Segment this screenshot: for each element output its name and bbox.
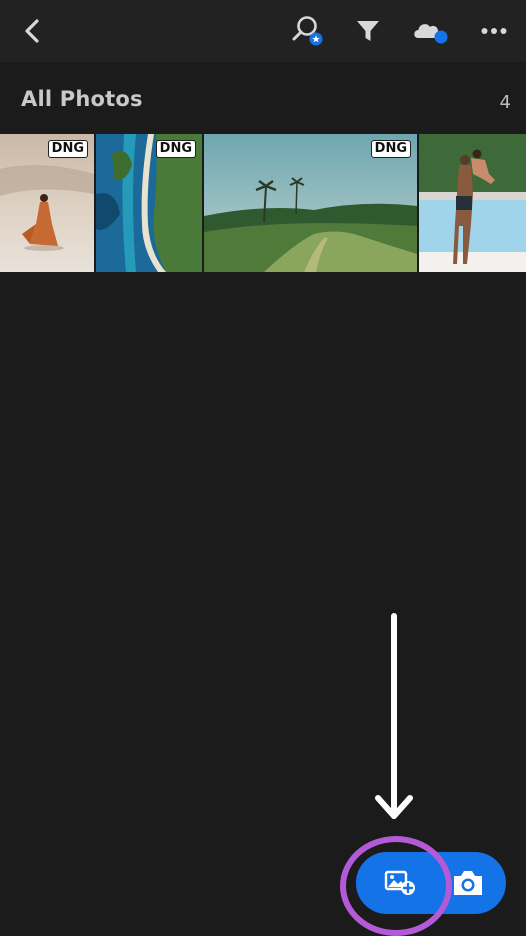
photo-grid: DNG DNG DNG: [0, 134, 526, 272]
photo-thumbnail[interactable]: DNG: [0, 134, 94, 272]
photo-thumbnail[interactable]: DNG: [204, 134, 417, 272]
dng-badge: DNG: [155, 140, 196, 158]
search-star-icon: [292, 16, 323, 46]
more-horizontal-icon: [481, 28, 507, 34]
photo-image: [419, 134, 526, 272]
camera-icon: [454, 871, 482, 895]
dng-badge: DNG: [47, 140, 88, 158]
section-header: All Photos 4: [0, 62, 526, 134]
search-button[interactable]: [284, 8, 328, 54]
highlight-ring-annotation: [340, 836, 452, 936]
photo-thumbnail[interactable]: DNG: [96, 134, 202, 272]
section-title: All Photos: [21, 87, 143, 111]
photo-count: 4: [499, 92, 511, 113]
cloud-sync-button[interactable]: [408, 8, 452, 54]
top-toolbar: [0, 0, 526, 62]
filter-button[interactable]: [346, 8, 390, 54]
dng-badge: DNG: [370, 140, 411, 158]
cloud-sync-icon: [414, 24, 448, 44]
chevron-left-icon: [25, 19, 39, 43]
photo-thumbnail[interactable]: [419, 134, 526, 272]
filter-icon: [357, 21, 379, 41]
back-button[interactable]: [10, 8, 54, 54]
more-button[interactable]: [472, 8, 516, 54]
down-arrow-annotation: [375, 613, 413, 819]
